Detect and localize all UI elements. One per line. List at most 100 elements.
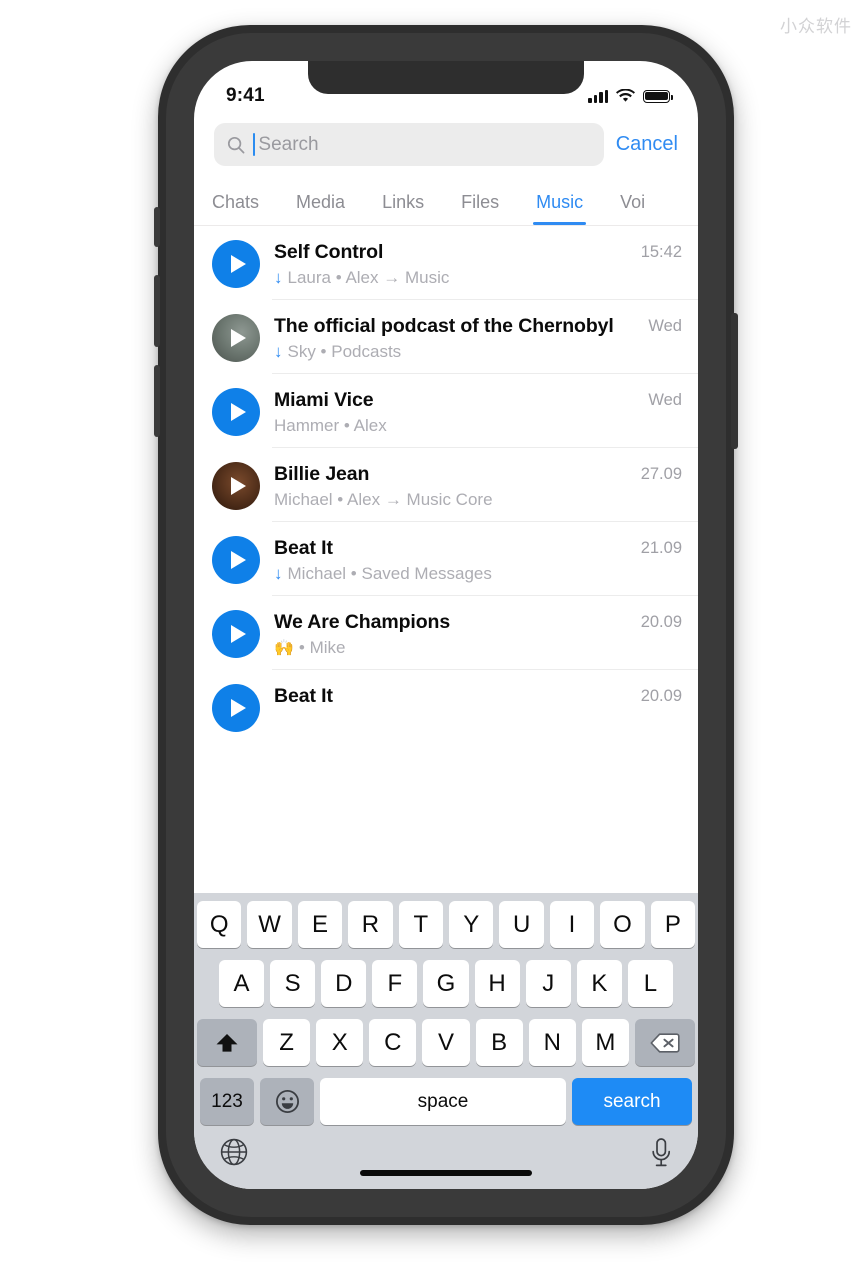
numbers-key[interactable]: 123 <box>200 1078 254 1125</box>
list-item-body: Billie Jean 27.09 Michael • Alex → Music… <box>274 461 682 510</box>
search-return-key[interactable]: search <box>572 1078 692 1125</box>
track-title: Miami Vice <box>274 389 374 411</box>
volume-up-button[interactable] <box>154 275 160 347</box>
list-item[interactable]: Beat It 21.09 ↓ Michael • Saved Messages <box>194 522 698 596</box>
play-button-icon[interactable] <box>212 610 260 658</box>
list-item-body: We Are Champions 20.09 🙌 • Mike <box>274 609 682 658</box>
shift-arrow-glyph <box>216 1033 238 1052</box>
key-k[interactable]: K <box>576 960 622 1007</box>
play-button-icon[interactable] <box>212 536 260 584</box>
microphone-icon[interactable] <box>649 1137 673 1169</box>
play-button-icon[interactable] <box>212 240 260 288</box>
list-item-body: Beat It 20.09 <box>274 683 682 711</box>
key-r[interactable]: R <box>348 901 393 948</box>
key-y[interactable]: Y <box>449 901 494 948</box>
keyboard-row-2: A S D F G H J K L <box>197 960 695 1007</box>
download-arrow-icon: ↓ <box>274 342 283 362</box>
play-button-icon[interactable] <box>212 388 260 436</box>
track-time: Wed <box>648 391 682 409</box>
play-button-icon[interactable] <box>212 462 260 510</box>
power-button[interactable] <box>731 313 738 449</box>
tab-files[interactable]: Files <box>461 192 499 225</box>
status-time: 9:41 <box>226 85 265 106</box>
key-t[interactable]: T <box>398 901 443 948</box>
screenshot-canvas: 小众软件 9:41 Search Cancel Chats Media Link… <box>0 0 868 1268</box>
key-c[interactable]: C <box>369 1019 417 1066</box>
search-bar: Search Cancel <box>194 117 698 178</box>
key-p[interactable]: P <box>650 901 696 948</box>
list-item[interactable]: Beat It 20.09 <box>194 670 698 744</box>
space-key[interactable]: space <box>320 1078 566 1125</box>
search-input[interactable]: Search <box>214 123 604 166</box>
tab-music[interactable]: Music <box>533 192 587 226</box>
battery-full-icon <box>643 89 674 103</box>
list-item-body: Miami Vice Wed Hammer • Alex <box>274 387 682 436</box>
key-q[interactable]: Q <box>196 901 242 948</box>
key-w[interactable]: W <box>247 901 292 948</box>
key-o[interactable]: O <box>600 901 645 948</box>
key-m[interactable]: M <box>581 1019 629 1066</box>
track-subtitle-line: ↓ Sky • Podcasts <box>274 342 682 362</box>
key-d[interactable]: D <box>321 960 367 1007</box>
tab-media[interactable]: Media <box>296 192 345 225</box>
key-f[interactable]: F <box>372 960 418 1007</box>
play-button-icon[interactable] <box>212 314 260 362</box>
track-subtitle-line: Hammer • Alex <box>274 416 682 436</box>
mute-switch[interactable] <box>154 207 160 247</box>
track-time: 15:42 <box>640 243 682 261</box>
track-subtitle: Michael • Alex → Music Core <box>274 489 493 509</box>
cancel-button[interactable]: Cancel <box>616 133 680 156</box>
globe-language-icon[interactable] <box>219 1137 249 1167</box>
key-s[interactable]: S <box>270 960 316 1007</box>
keyboard-row-1: Q W E R T Y U I O P <box>196 901 696 948</box>
track-title: Beat It <box>274 685 333 707</box>
track-subtitle: Michael • Saved Messages <box>287 563 492 583</box>
key-b[interactable]: B <box>475 1019 523 1066</box>
list-item[interactable]: Miami Vice Wed Hammer • Alex <box>194 374 698 448</box>
tab-links[interactable]: Links <box>382 192 424 225</box>
shift-up-arrow-icon[interactable] <box>197 1019 257 1066</box>
display-notch <box>308 61 584 94</box>
text-cursor <box>253 133 256 156</box>
key-z[interactable]: Z <box>263 1019 311 1066</box>
search-placeholder: Search <box>258 133 319 155</box>
list-item[interactable]: Billie Jean 27.09 Michael • Alex → Music… <box>194 448 698 522</box>
list-item[interactable]: The official podcast of the Chernobyl We… <box>194 300 698 374</box>
list-item-body: The official podcast of the Chernobyl We… <box>274 313 682 362</box>
backspace-glyph <box>650 1032 680 1053</box>
volume-down-button[interactable] <box>154 365 160 437</box>
track-subtitle-line: Michael • Alex → Music Core <box>274 490 682 510</box>
track-time: 20.09 <box>640 687 682 705</box>
phone-device-frame: 9:41 Search Cancel Chats Media Links Fil… <box>154 25 738 1225</box>
key-j[interactable]: J <box>525 960 571 1007</box>
key-x[interactable]: X <box>316 1019 364 1066</box>
key-n[interactable]: N <box>528 1019 576 1066</box>
download-arrow-icon: ↓ <box>274 564 283 584</box>
key-l[interactable]: L <box>627 960 673 1007</box>
key-g[interactable]: G <box>423 960 469 1007</box>
list-item[interactable]: Self Control 15:42 ↓ Laura • Alex → Musi… <box>194 226 698 300</box>
key-h[interactable]: H <box>474 960 520 1007</box>
key-a[interactable]: A <box>219 960 265 1007</box>
play-button-icon[interactable] <box>212 684 260 732</box>
signal-bars-icon <box>588 89 608 103</box>
backspace-delete-icon[interactable] <box>634 1019 695 1066</box>
phone-screen: 9:41 Search Cancel Chats Media Links Fil… <box>194 61 698 1189</box>
track-time: 27.09 <box>640 465 682 483</box>
keyboard-bottom-bar <box>197 1131 695 1189</box>
list-item[interactable]: We Are Champions 20.09 🙌 • Mike <box>194 596 698 670</box>
track-title: The official podcast of the Chernobyl <box>274 315 614 337</box>
status-indicators <box>588 89 674 103</box>
key-u[interactable]: U <box>499 901 544 948</box>
key-i[interactable]: I <box>549 901 595 948</box>
home-indicator[interactable] <box>360 1170 532 1176</box>
raised-hands-emoji-icon: 🙌 <box>274 639 294 657</box>
tab-voice[interactable]: Voi <box>620 192 645 225</box>
key-v[interactable]: V <box>422 1019 470 1066</box>
track-subtitle-line: ↓ Laura • Alex → Music <box>274 268 682 288</box>
track-subtitle: Hammer • Alex <box>274 415 387 435</box>
key-e[interactable]: E <box>297 901 343 948</box>
tab-chats[interactable]: Chats <box>212 192 259 225</box>
list-item-body: Self Control 15:42 ↓ Laura • Alex → Musi… <box>274 239 682 288</box>
emoji-smiley-icon[interactable] <box>260 1078 314 1125</box>
